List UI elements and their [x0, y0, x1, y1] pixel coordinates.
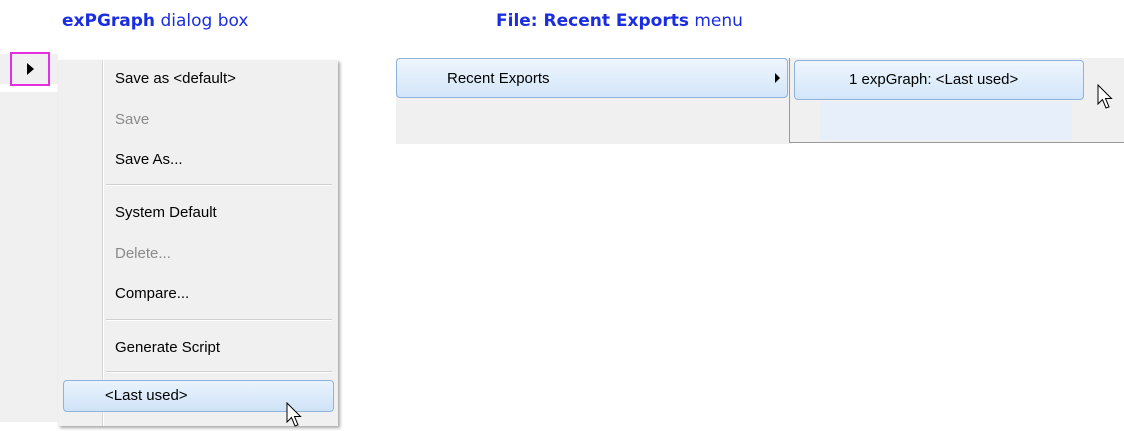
play-arrow-icon — [26, 63, 34, 75]
menu-item-save-as[interactable]: Save As... — [115, 151, 183, 168]
mouse-cursor-icon — [1097, 84, 1113, 109]
menu-separator — [106, 319, 332, 321]
recent-exports-submenu: 1 expGraph: <Last used> — [789, 58, 1124, 143]
file-menu: Recent Exports — [396, 58, 792, 144]
menu-item-label: 1 expGraph: <Last used> — [849, 71, 1019, 88]
theme-menu-button[interactable] — [10, 52, 50, 86]
dialog-caption: exPGraph dialog box — [62, 11, 248, 31]
menu-gutter — [103, 60, 104, 426]
menu-separator — [106, 184, 332, 186]
submenu-item-expgraph-last-used[interactable]: 1 expGraph: <Last used> — [794, 60, 1084, 100]
caption-title: File: Recent Exports — [496, 11, 689, 31]
menu-item-save[interactable]: Save — [115, 111, 149, 128]
menu-item-label: <Last used> — [105, 387, 188, 404]
menu-item-recent-exports[interactable]: Recent Exports — [396, 58, 788, 98]
menu-item-save-as-default[interactable]: Save as <default> — [115, 70, 236, 87]
dialog-background — [0, 92, 60, 422]
submenu-arrow-icon — [775, 73, 780, 83]
theme-popup-menu: Save as <default> Save Save As... System… — [58, 60, 338, 426]
caption-title: exPGraph — [62, 11, 156, 31]
menu-item-label: Recent Exports — [447, 70, 550, 87]
menu-item-compare[interactable]: Compare... — [115, 285, 189, 302]
menu-caption: File: Recent Exports menu — [496, 11, 743, 31]
menu-item-generate-script[interactable]: Generate Script — [115, 339, 220, 356]
caption-suffix: menu — [688, 11, 743, 31]
menu-item-system-default[interactable]: System Default — [115, 204, 217, 221]
menu-separator — [106, 371, 332, 373]
caption-suffix: dialog box — [155, 11, 249, 31]
mouse-cursor-icon — [286, 402, 302, 427]
menu-item-delete[interactable]: Delete... — [115, 245, 171, 262]
submenu-background-band — [820, 102, 1072, 140]
